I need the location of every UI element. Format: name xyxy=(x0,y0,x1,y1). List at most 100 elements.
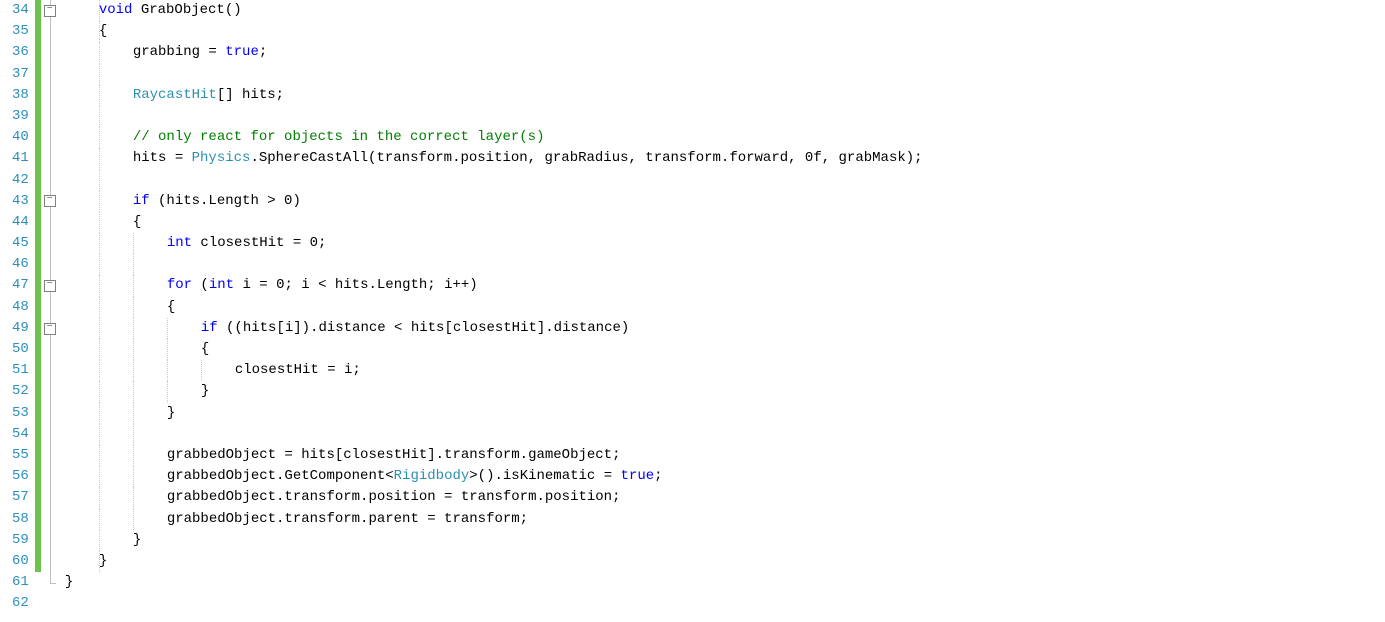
token: } xyxy=(65,574,73,590)
code-line[interactable]: grabbedObject = hits[closestHit].transfo… xyxy=(65,445,1385,466)
code-editor[interactable]: 3435363738394041424344454647484950515253… xyxy=(0,0,1385,615)
code-line[interactable]: // only react for objects in the correct… xyxy=(65,127,1385,148)
code-line[interactable] xyxy=(65,254,1385,275)
code-line[interactable]: for (int i = 0; i < hits.Length; i++) xyxy=(65,275,1385,296)
token: grabbing = xyxy=(133,44,225,60)
token: void xyxy=(99,2,133,18)
indent-guide xyxy=(133,445,134,466)
code-line[interactable]: } xyxy=(65,530,1385,551)
code-line[interactable] xyxy=(65,170,1385,191)
indent-guide xyxy=(99,339,100,360)
code-line[interactable] xyxy=(65,424,1385,445)
token: grabbedObject.transform.parent = transfo… xyxy=(167,511,528,527)
indent-guide xyxy=(133,403,134,424)
code-line[interactable]: closestHit = i; xyxy=(65,360,1385,381)
indent-guide xyxy=(167,318,168,339)
code-line[interactable]: int closestHit = 0; xyxy=(65,233,1385,254)
code-text: grabbedObject.transform.parent = transfo… xyxy=(65,511,528,527)
code-line[interactable] xyxy=(65,64,1385,85)
indent-guide xyxy=(133,318,134,339)
token: if xyxy=(133,193,150,209)
line-number: 61 xyxy=(12,572,29,593)
indent-guide xyxy=(133,275,134,296)
indent-guide xyxy=(133,487,134,508)
line-number: 42 xyxy=(12,170,29,191)
line-number: 34 xyxy=(12,0,29,21)
line-number: 43 xyxy=(12,191,29,212)
code-text: grabbedObject.GetComponent<Rigidbody>().… xyxy=(65,468,663,484)
code-line[interactable]: { xyxy=(65,339,1385,360)
code-line[interactable]: grabbedObject.transform.position = trans… xyxy=(65,487,1385,508)
token: closestHit = 0; xyxy=(192,235,326,251)
indent-guide xyxy=(99,212,100,233)
indent-guide xyxy=(99,381,100,402)
line-number: 55 xyxy=(12,445,29,466)
token: int xyxy=(209,277,234,293)
code-line[interactable]: if ((hits[i]).distance < hits[closestHit… xyxy=(65,318,1385,339)
token: (hits.Length > 0) xyxy=(150,193,301,209)
indent-guide xyxy=(133,509,134,530)
fold-toggle[interactable] xyxy=(44,5,56,17)
code-text: if (hits.Length > 0) xyxy=(65,193,301,209)
indent-guide xyxy=(167,360,168,381)
code-text: void GrabObject() xyxy=(65,2,242,18)
code-line[interactable]: } xyxy=(65,381,1385,402)
code-text: } xyxy=(65,383,209,399)
indent-guide xyxy=(99,275,100,296)
token: for xyxy=(167,277,192,293)
fold-gutter[interactable] xyxy=(41,0,61,615)
token: i = 0; i < hits.Length; i++) xyxy=(234,277,478,293)
indent-guide xyxy=(99,445,100,466)
code-line[interactable]: if (hits.Length > 0) xyxy=(65,191,1385,212)
fold-toggle[interactable] xyxy=(44,280,56,292)
token: true xyxy=(621,468,655,484)
token: { xyxy=(133,214,141,230)
indent-guide xyxy=(99,403,100,424)
code-line[interactable]: grabbedObject.transform.parent = transfo… xyxy=(65,509,1385,530)
code-line[interactable]: void GrabObject() xyxy=(65,0,1385,21)
indent-guide xyxy=(99,191,100,212)
code-line[interactable]: } xyxy=(65,403,1385,424)
line-number: 49 xyxy=(12,318,29,339)
code-line[interactable] xyxy=(65,106,1385,127)
code-line[interactable]: } xyxy=(65,572,1385,593)
code-text: hits = Physics.SphereCastAll(transform.p… xyxy=(65,150,923,166)
code-line[interactable]: { xyxy=(65,212,1385,233)
token: if xyxy=(201,320,218,336)
code-line[interactable]: hits = Physics.SphereCastAll(transform.p… xyxy=(65,148,1385,169)
code-line[interactable] xyxy=(65,593,1385,614)
line-number: 40 xyxy=(12,127,29,148)
code-text: { xyxy=(65,341,209,357)
code-text: } xyxy=(65,532,141,548)
code-line[interactable]: { xyxy=(65,21,1385,42)
indent-guide xyxy=(133,297,134,318)
code-line[interactable]: grabbing = true; xyxy=(65,42,1385,63)
token: hits = xyxy=(133,150,192,166)
indent-guide xyxy=(99,106,100,127)
line-number: 62 xyxy=(12,593,29,614)
token: int xyxy=(167,235,192,251)
fold-toggle[interactable] xyxy=(44,195,56,207)
token: { xyxy=(167,299,175,315)
code-line[interactable]: } xyxy=(65,551,1385,572)
indent-guide xyxy=(99,170,100,191)
indent-guide xyxy=(99,424,100,445)
code-area[interactable]: void GrabObject() { grabbing = true; Raycas… xyxy=(61,0,1385,615)
indent-guide xyxy=(99,509,100,530)
code-text: grabbing = true; xyxy=(65,44,267,60)
token: Rigidbody xyxy=(394,468,470,484)
fold-toggle[interactable] xyxy=(44,323,56,335)
indent-guide xyxy=(133,381,134,402)
line-number: 36 xyxy=(12,42,29,63)
code-line[interactable]: RaycastHit[] hits; xyxy=(65,85,1385,106)
code-line[interactable]: { xyxy=(65,297,1385,318)
code-line[interactable]: grabbedObject.GetComponent<Rigidbody>().… xyxy=(65,466,1385,487)
line-number: 35 xyxy=(12,21,29,42)
code-text xyxy=(65,426,167,442)
code-text: { xyxy=(65,23,107,39)
token: Physics xyxy=(192,150,251,166)
code-text xyxy=(65,256,167,272)
line-number-gutter: 3435363738394041424344454647484950515253… xyxy=(0,0,35,615)
token: true xyxy=(225,44,259,60)
line-number: 47 xyxy=(12,275,29,296)
